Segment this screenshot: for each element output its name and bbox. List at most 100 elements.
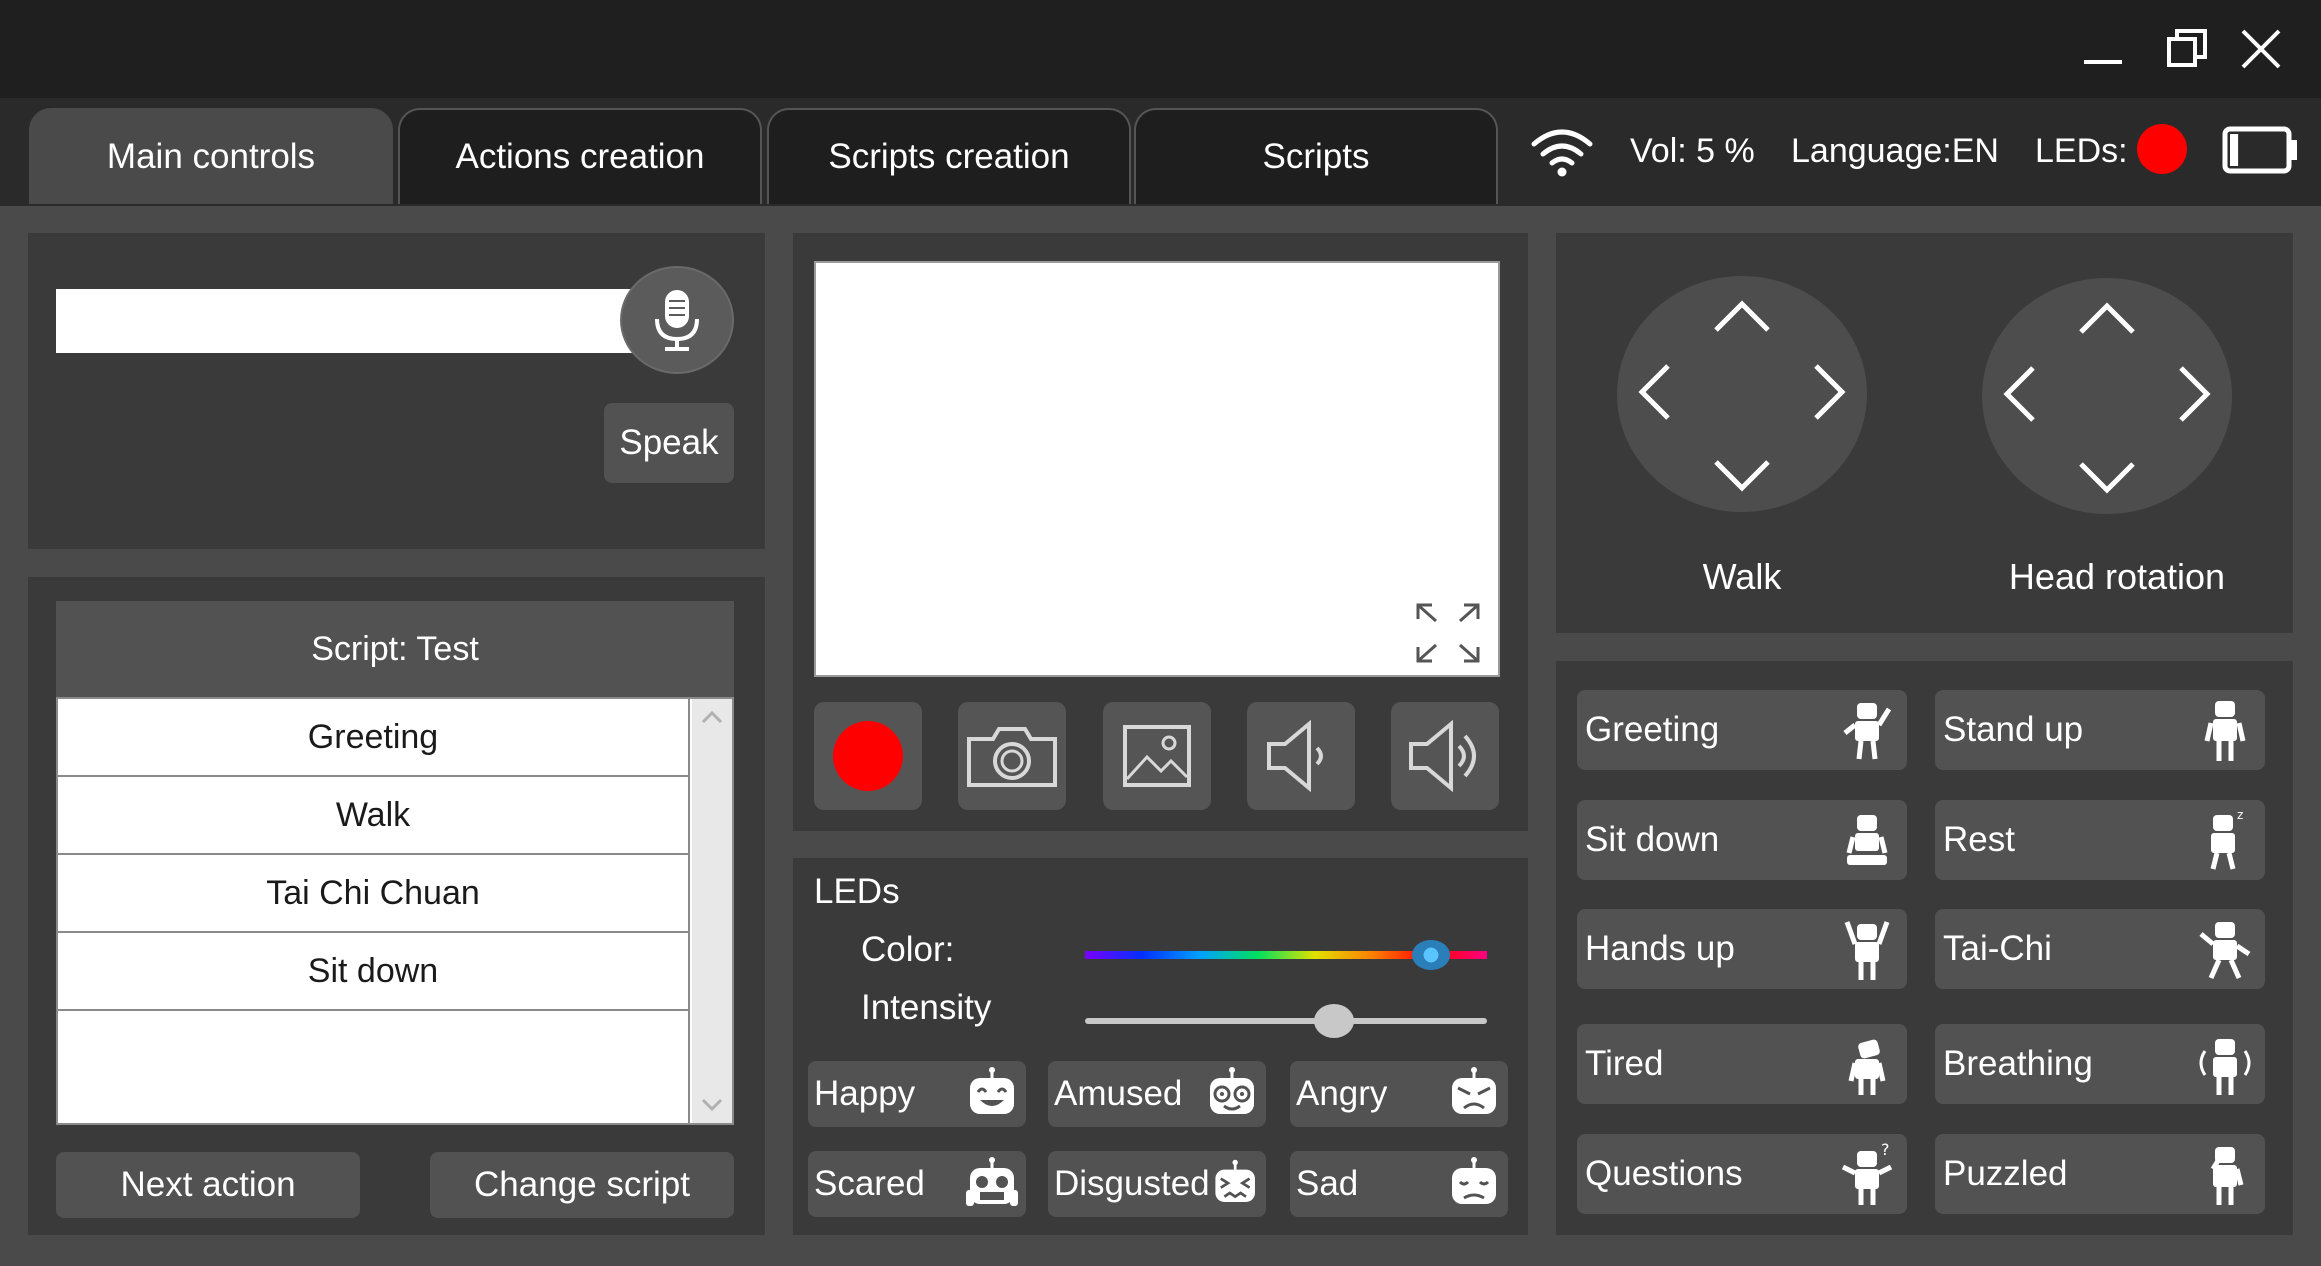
robot-tired-icon <box>1848 1039 1886 1095</box>
emotion-sad-button[interactable]: Sad <box>1290 1151 1508 1217</box>
action-label: Greeting <box>1585 710 1720 749</box>
head-rotation-label: Head rotation <box>2008 556 2226 597</box>
intensity-slider-track <box>1085 1018 1487 1024</box>
sad-face-icon <box>1452 1157 1496 1204</box>
action-label: Sit down <box>1585 820 1720 859</box>
emotion-amused-button[interactable]: Amused <box>1048 1061 1266 1127</box>
microphone-icon <box>655 290 699 351</box>
expand-icon[interactable] <box>1412 599 1484 667</box>
head-down-arrow[interactable] <box>2077 458 2137 498</box>
action-label: Rest <box>1943 820 2015 859</box>
head-left-arrow[interactable] <box>1999 364 2039 424</box>
action-questions-button[interactable]: Questions ? <box>1577 1134 1907 1214</box>
emotion-label: Angry <box>1296 1074 1388 1113</box>
record-icon <box>833 721 903 791</box>
image-icon <box>1123 725 1191 787</box>
intensity-slider[interactable] <box>1085 1004 1487 1038</box>
walk-left-arrow[interactable] <box>1634 362 1674 422</box>
change-script-label: Change script <box>474 1165 690 1204</box>
change-script-button[interactable]: Change script <box>430 1152 734 1218</box>
volume-down-button[interactable] <box>1247 702 1355 810</box>
photo-button[interactable] <box>958 702 1066 810</box>
angry-face-icon <box>1452 1067 1496 1114</box>
action-label: Hands up <box>1585 929 1735 968</box>
gallery-button[interactable] <box>1103 702 1211 810</box>
led-status-indicator <box>2137 124 2187 174</box>
action-label: Tired <box>1585 1044 1664 1083</box>
emotion-label: Amused <box>1054 1074 1183 1113</box>
tab-scripts[interactable]: Scripts <box>1134 108 1498 204</box>
scroll-down-icon[interactable] <box>700 1097 724 1113</box>
emotion-disgusted-button[interactable]: Disgusted <box>1048 1151 1266 1217</box>
walk-label: Walk <box>1702 556 1782 597</box>
robot-puzzled-icon <box>2210 1147 2244 1205</box>
tab-label: Main controls <box>106 137 316 176</box>
emotion-label: Disgusted <box>1054 1164 1210 1203</box>
intensity-slider-thumb[interactable] <box>1314 1004 1355 1038</box>
head-up-arrow[interactable] <box>2077 298 2137 338</box>
amused-face-icon <box>1210 1067 1254 1114</box>
battery-icon <box>2222 126 2300 174</box>
script-list-item[interactable]: Walk <box>58 777 688 855</box>
tab-actions-creation[interactable]: Actions creation <box>398 108 762 204</box>
head-right-arrow[interactable] <box>2175 364 2215 424</box>
color-label: Color: <box>861 930 955 969</box>
robot-greeting-icon <box>1843 703 1892 760</box>
action-greeting-button[interactable]: Greeting <box>1577 690 1907 770</box>
speak-button[interactable]: Speak <box>604 403 734 483</box>
volume-readout: Vol: 5 % <box>1630 132 1755 170</box>
script-list-item[interactable]: Greeting <box>58 699 688 777</box>
tab-label: Scripts creation <box>828 137 1070 176</box>
record-button[interactable] <box>814 702 922 810</box>
action-stand-up-button[interactable]: Stand up <box>1935 690 2265 770</box>
leds-label: LEDs: <box>2035 132 2128 170</box>
color-slider-thumb[interactable] <box>1411 940 1450 970</box>
restore-icon[interactable] <box>2152 18 2222 80</box>
language-readout: Language:EN <box>1791 132 1999 170</box>
intensity-label: Intensity <box>861 988 992 1027</box>
walk-right-arrow[interactable] <box>1810 362 1850 422</box>
tab-scripts-creation[interactable]: Scripts creation <box>767 108 1131 204</box>
walk-down-arrow[interactable] <box>1712 456 1772 496</box>
tab-label: Actions creation <box>455 137 705 176</box>
title-bar <box>0 0 2321 98</box>
camera-icon <box>967 727 1057 787</box>
action-label: Questions <box>1585 1154 1743 1193</box>
volume-down-icon <box>1267 719 1323 793</box>
list-divider <box>688 699 690 1123</box>
minimize-icon[interactable] <box>2068 18 2138 80</box>
speak-button-label: Speak <box>619 423 719 462</box>
microphone-button[interactable] <box>620 266 734 374</box>
emotion-angry-button[interactable]: Angry <box>1290 1061 1508 1127</box>
action-breathing-button[interactable]: Breathing <box>1935 1024 2265 1104</box>
speech-text-input[interactable] <box>56 289 656 353</box>
action-hands-up-button[interactable]: Hands up <box>1577 909 1907 989</box>
action-tired-button[interactable]: Tired <box>1577 1024 1907 1104</box>
action-rest-button[interactable]: Rest z <box>1935 800 2265 880</box>
action-label: Breathing <box>1943 1044 2093 1083</box>
happy-face-icon <box>970 1067 1014 1114</box>
svg-text:z: z <box>2237 808 2243 822</box>
script-title: Script: Test <box>56 601 734 697</box>
tab-main-controls[interactable]: Main controls <box>29 108 393 204</box>
action-tai-chi-button[interactable]: Tai-Chi <box>1935 909 2265 989</box>
action-puzzled-button[interactable]: Puzzled <box>1935 1134 2265 1214</box>
next-action-label: Next action <box>120 1165 296 1204</box>
script-list: Greeting Walk Tai Chi Chuan Sit down <box>56 697 734 1125</box>
scroll-up-icon[interactable] <box>700 709 724 725</box>
walk-up-arrow[interactable] <box>1712 296 1772 336</box>
tab-label: Scripts <box>1262 137 1370 176</box>
emotion-scared-button[interactable]: Scared <box>808 1151 1026 1217</box>
list-scrollbar[interactable] <box>692 699 732 1123</box>
color-slider[interactable] <box>1085 940 1487 970</box>
action-sit-down-button[interactable]: Sit down <box>1577 800 1907 880</box>
script-list-item[interactable]: Sit down <box>58 933 688 1011</box>
close-icon[interactable] <box>2226 18 2296 80</box>
leds-title: LEDs <box>814 872 900 911</box>
action-label: Puzzled <box>1943 1154 2068 1193</box>
script-list-item[interactable]: Tai Chi Chuan <box>58 855 688 933</box>
robot-rest-icon: z <box>2210 808 2243 870</box>
volume-up-button[interactable] <box>1391 702 1499 810</box>
next-action-button[interactable]: Next action <box>56 1152 360 1218</box>
emotion-happy-button[interactable]: Happy <box>808 1061 1026 1127</box>
